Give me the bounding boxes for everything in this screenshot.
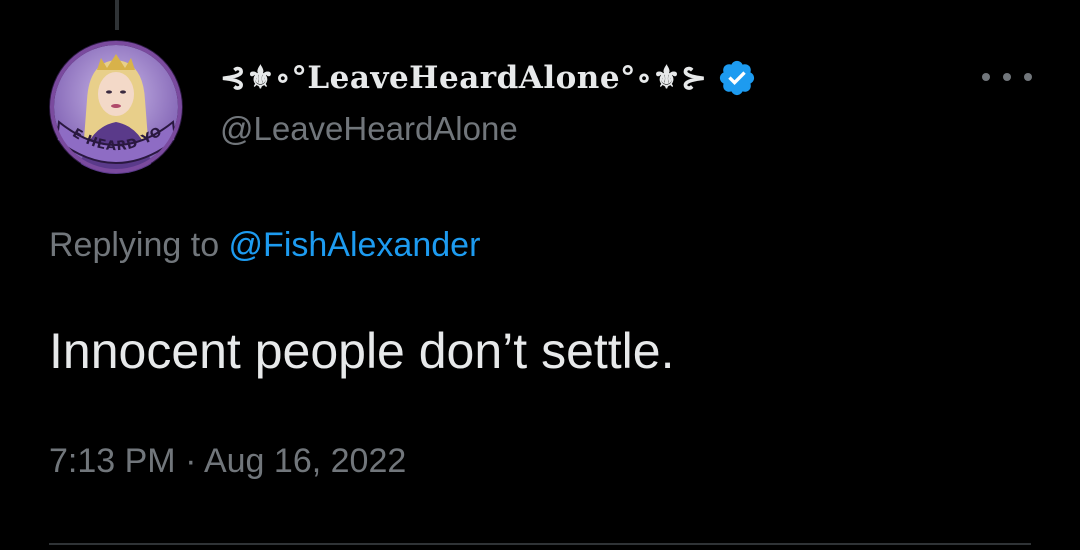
more-dot xyxy=(982,73,990,81)
reply-target-link[interactable]: @FishAlexander xyxy=(229,226,481,264)
avatar[interactable]: WE HEARD YOU xyxy=(49,40,183,174)
author-handle[interactable]: @LeaveHeardAlone xyxy=(220,110,757,148)
more-dot xyxy=(1024,73,1032,81)
meta-separator: · xyxy=(175,442,204,480)
thread-connector-line xyxy=(115,0,119,30)
verified-badge-icon xyxy=(720,60,755,96)
avatar-image: WE HEARD YOU xyxy=(49,40,183,174)
tweet-timestamp: 7:13 PM · Aug 16, 2022 xyxy=(49,442,406,481)
replying-to-label: Replying to xyxy=(49,226,229,264)
tweet-card: WE HEARD YOU ⊰⚜∘°LeaveHeardAlone°∘⚜⊱ @Le… xyxy=(0,0,1080,550)
more-dots-icon[interactable] xyxy=(982,62,1032,92)
more-dot xyxy=(1003,73,1011,81)
name-row: ⊰⚜∘°LeaveHeardAlone°∘⚜⊱ xyxy=(220,52,757,104)
tweet-time-link[interactable]: 7:13 PM xyxy=(49,442,176,480)
tweet-text: Innocent people don’t settle. xyxy=(49,323,675,379)
author-block: ⊰⚜∘°LeaveHeardAlone°∘⚜⊱ @LeaveHeardAlone xyxy=(220,52,757,148)
tweet-date-link[interactable]: Aug 16, 2022 xyxy=(204,442,406,480)
replying-to: Replying to @FishAlexander xyxy=(49,226,480,265)
divider xyxy=(49,543,1031,545)
display-name[interactable]: ⊰⚜∘°LeaveHeardAlone°∘⚜⊱ xyxy=(220,60,707,96)
